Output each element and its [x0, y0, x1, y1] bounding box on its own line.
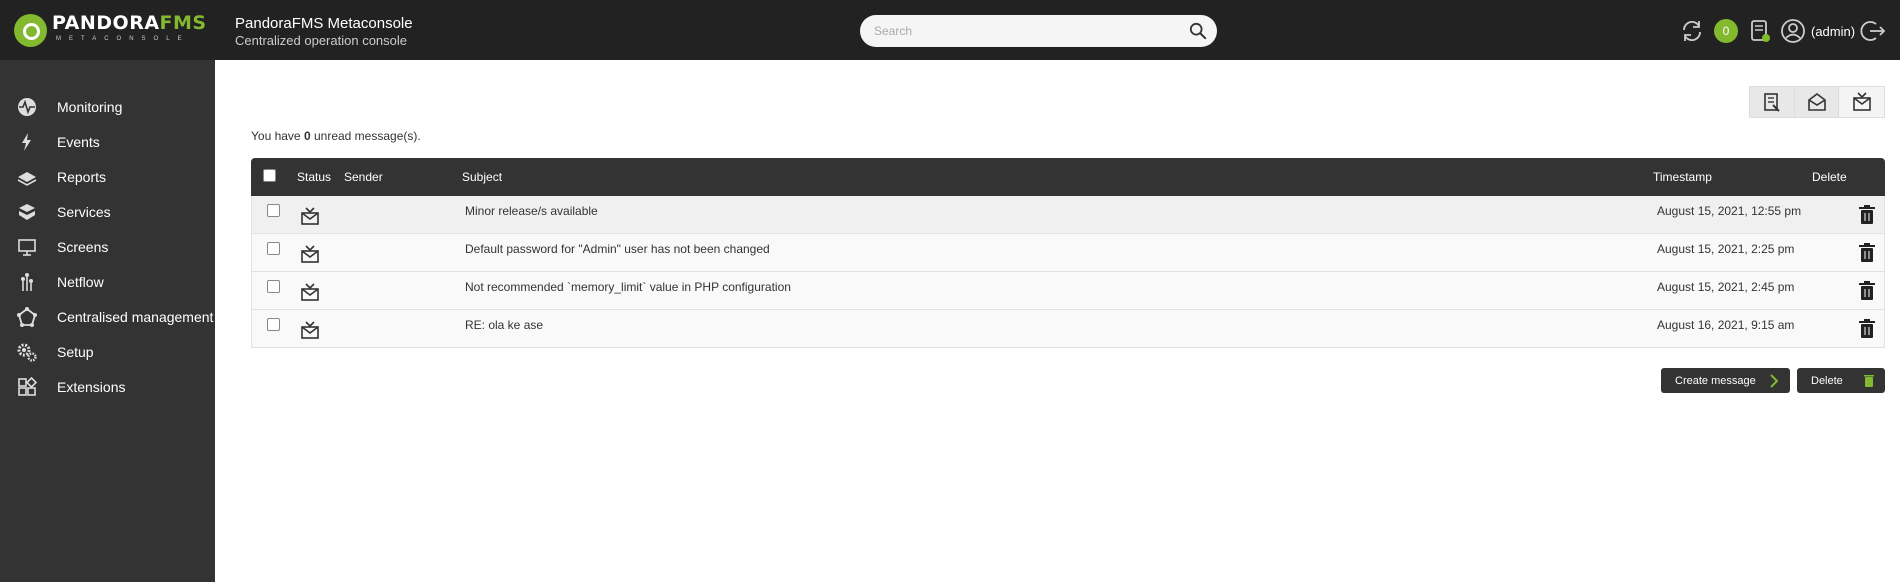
search-box[interactable]	[860, 15, 1217, 47]
app-subtitle: Centralized operation console	[235, 33, 407, 48]
unread-envelope-icon	[301, 245, 319, 263]
app-title: PandoraFMS Metaconsole	[235, 15, 413, 32]
table-row[interactable]: Not recommended `memory_limit` value in …	[251, 272, 1885, 310]
trash-icon[interactable]	[1857, 205, 1877, 225]
message-view-tabs	[1749, 86, 1885, 118]
monitoring-icon	[18, 98, 36, 116]
create-message-button[interactable]: Create message	[1661, 368, 1790, 393]
bolt-icon	[22, 133, 31, 151]
sidebar: Monitoring Events Reports Services Scree…	[0, 60, 215, 582]
search-icon[interactable]	[1189, 22, 1207, 40]
sidebar-item-setup[interactable]: Setup	[0, 337, 215, 367]
tab-unread-messages[interactable]	[1839, 87, 1884, 117]
message-timestamp: August 15, 2021, 12:55 pm	[1657, 204, 1802, 218]
column-subject[interactable]: Subject	[462, 170, 502, 184]
sidebar-item-screens[interactable]: Screens	[0, 232, 215, 262]
row-checkbox[interactable]	[267, 318, 280, 331]
row-checkbox[interactable]	[267, 280, 280, 293]
sidebar-item-reports[interactable]: Reports	[0, 162, 215, 192]
monitor-icon	[18, 239, 36, 256]
trash-icon	[1864, 375, 1874, 387]
trash-icon[interactable]	[1857, 281, 1877, 301]
row-checkbox[interactable]	[267, 204, 280, 217]
message-subject[interactable]: RE: ola ke ase	[465, 318, 543, 332]
delete-button[interactable]: Delete	[1797, 368, 1885, 393]
chevron-right-icon	[1770, 374, 1779, 388]
tab-read-messages[interactable]	[1794, 87, 1840, 117]
message-timestamp: August 15, 2021, 2:25 pm	[1657, 242, 1795, 256]
top-bar: PANDORAFMS METACONSOLE PandoraFMS Metaco…	[0, 0, 1900, 60]
message-subject[interactable]: Minor release/s available	[465, 204, 598, 218]
select-all-checkbox[interactable]	[263, 169, 276, 182]
refresh-icon[interactable]	[1679, 18, 1705, 44]
unread-envelope-icon	[301, 283, 319, 301]
unread-envelope-icon	[301, 207, 319, 225]
column-status[interactable]: Status	[297, 170, 331, 184]
table-row[interactable]: Minor release/s available August 15, 202…	[251, 196, 1885, 234]
services-icon	[19, 204, 35, 220]
trash-icon[interactable]	[1857, 319, 1877, 339]
table-header: Status Sender Subject Timestamp Delete	[251, 158, 1885, 196]
network-icon	[17, 307, 37, 327]
tab-sent-messages[interactable]	[1750, 87, 1795, 117]
message-timestamp: August 16, 2021, 9:15 am	[1657, 318, 1795, 332]
extensions-icon	[18, 377, 37, 396]
logout-icon[interactable]	[1860, 18, 1886, 44]
gears-icon	[17, 343, 37, 362]
user-icon[interactable]	[1780, 18, 1806, 44]
unread-envelope-icon	[301, 321, 319, 339]
logo-mark-icon	[14, 14, 47, 47]
message-timestamp: August 15, 2021, 2:45 pm	[1657, 280, 1795, 294]
table-row[interactable]: Default password for "Admin" user has no…	[251, 234, 1885, 272]
reports-icon	[17, 172, 37, 186]
netflow-icon	[21, 273, 33, 291]
sidebar-item-events[interactable]: Events	[0, 127, 215, 157]
server-status-icon[interactable]	[1747, 18, 1773, 44]
pandorafms-logo[interactable]: PANDORAFMS METACONSOLE	[14, 14, 207, 48]
column-sender[interactable]: Sender	[344, 170, 383, 184]
sidebar-item-services[interactable]: Services	[0, 197, 215, 227]
column-timestamp[interactable]: Timestamp	[1653, 170, 1712, 184]
open-envelope-icon	[1807, 93, 1826, 111]
message-list-icon	[1764, 93, 1780, 112]
search-input[interactable]	[874, 15, 1174, 47]
messages-table: Status Sender Subject Timestamp Delete M…	[251, 158, 1885, 348]
unread-summary: You have 0 unread message(s).	[251, 129, 421, 143]
table-row[interactable]: RE: ola ke ase August 16, 2021, 9:15 am	[251, 310, 1885, 348]
sidebar-item-extensions[interactable]: Extensions	[0, 372, 215, 402]
sidebar-item-monitoring[interactable]: Monitoring	[0, 92, 215, 122]
message-subject[interactable]: Not recommended `memory_limit` value in …	[465, 280, 791, 294]
sidebar-item-centralised-management[interactable]: Centralised management	[0, 302, 215, 332]
notification-badge[interactable]: 0	[1714, 19, 1738, 43]
message-subject[interactable]: Default password for "Admin" user has no…	[465, 242, 770, 256]
trash-icon[interactable]	[1857, 243, 1877, 263]
row-checkbox[interactable]	[267, 242, 280, 255]
column-delete: Delete	[1812, 170, 1847, 184]
sidebar-item-netflow[interactable]: Netflow	[0, 267, 215, 297]
envelope-icon	[1852, 92, 1871, 111]
user-name[interactable]: (admin)	[1811, 24, 1855, 39]
